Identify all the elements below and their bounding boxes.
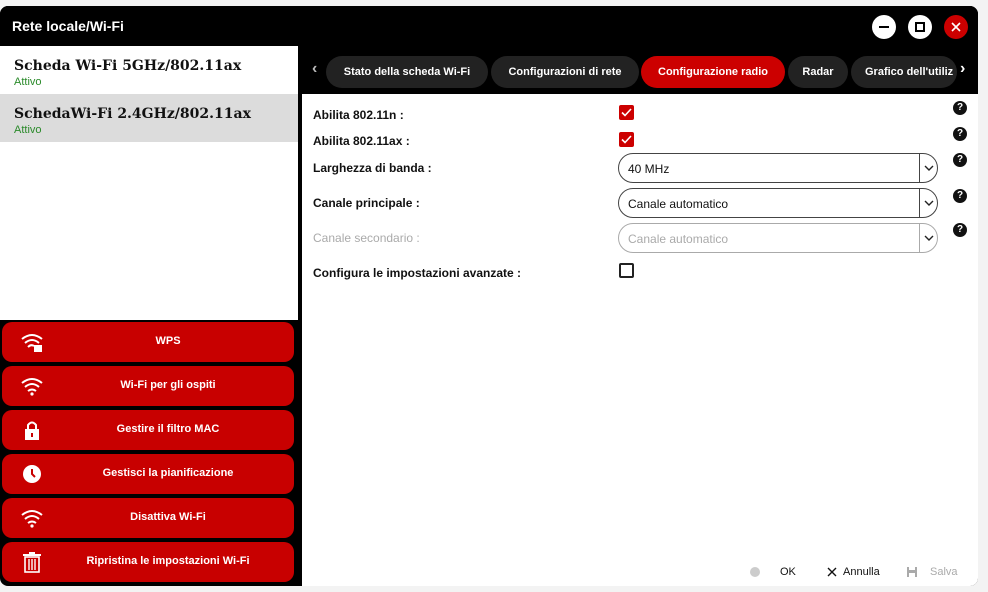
primary-channel-select[interactable]: Canale automatico <box>618 188 938 218</box>
bandwidth-select[interactable]: 40 MHz <box>618 153 938 183</box>
mac-filter-label: Gestire il filtro MAC <box>116 423 220 435</box>
tab-radio-config[interactable]: Configurazione radio <box>641 56 785 88</box>
help-icon[interactable]: ? <box>953 127 967 141</box>
help-icon[interactable]: ? <box>953 101 967 115</box>
mac-filter-button[interactable]: Gestire il filtro MAC <box>2 410 294 450</box>
secondary-channel-select[interactable]: Canale automatico <box>618 223 938 253</box>
primary-channel-label: Canale principale : <box>313 196 420 210</box>
tab-network-config[interactable]: Configurazioni di rete <box>491 56 639 88</box>
schedule-label: Gestisci la pianificazione <box>102 467 234 479</box>
title-bar: Rete locale/Wi-Fi <box>0 6 978 46</box>
enable-80211ax-checkbox[interactable] <box>619 132 634 147</box>
save-icon <box>907 567 917 577</box>
chevron-down-icon <box>919 189 937 217</box>
close-icon <box>827 567 837 577</box>
radio-config-panel: Abilita 802.11n : ? Abilita 802.11ax : ?… <box>302 94 978 586</box>
clock-icon <box>23 465 41 483</box>
secondary-channel-value: Canale automatico <box>628 232 729 246</box>
adapter-status: Attivo <box>14 76 42 88</box>
checkmark-icon <box>621 108 632 117</box>
help-icon[interactable]: ? <box>953 189 967 203</box>
disable-wifi-label: Disattiva Wi-Fi <box>130 511 206 523</box>
help-icon[interactable]: ? <box>953 153 967 167</box>
tab-bar: ‹ Stato della scheda Wi-Fi Configurazion… <box>302 46 978 94</box>
reset-wifi-button[interactable]: Ripristina le impostazioni Wi-Fi <box>2 542 294 582</box>
minimize-icon <box>879 26 889 28</box>
trash-icon <box>23 552 41 573</box>
wifi-icon <box>21 510 43 528</box>
wps-label: WPS <box>155 335 181 347</box>
tab-adapter-status[interactable]: Stato della scheda Wi-Fi <box>326 56 488 88</box>
tab-usage-chart[interactable]: Grafico dell'utiliz <box>851 56 957 88</box>
maximize-button[interactable] <box>908 15 932 39</box>
dot-icon <box>750 567 760 577</box>
tab-scroll-right-icon[interactable]: › <box>960 60 965 78</box>
advanced-settings-checkbox[interactable] <box>619 263 634 278</box>
app-window: Rete locale/Wi-Fi Scheda Wi-Fi 5GHz/802.… <box>0 6 978 586</box>
adapter-item-5ghz[interactable]: Scheda Wi-Fi 5GHz/802.11ax Attivo <box>0 46 298 94</box>
ok-button[interactable]: OK <box>750 566 796 578</box>
schedule-button[interactable]: Gestisci la pianificazione <box>2 454 294 494</box>
adapter-list: Scheda Wi-Fi 5GHz/802.11ax Attivo Scheda… <box>0 46 298 320</box>
chevron-down-icon <box>919 224 937 252</box>
wps-button[interactable]: WPS <box>2 322 294 362</box>
cancel-button[interactable]: Annulla <box>827 566 880 578</box>
save-button[interactable]: Salva <box>906 566 958 578</box>
adapter-name: Scheda Wi-Fi 5GHz/802.11ax <box>14 58 242 74</box>
tab-radar[interactable]: Radar <box>788 56 848 88</box>
tab-scroll-left-icon[interactable]: ‹ <box>312 60 317 78</box>
reset-wifi-label: Ripristina le impostazioni Wi-Fi <box>86 555 250 567</box>
maximize-icon <box>915 22 925 32</box>
bandwidth-value: 40 MHz <box>628 162 670 176</box>
guest-wifi-label: Wi-Fi per gli ospiti <box>120 379 216 391</box>
checkmark-icon <box>621 135 632 144</box>
adapter-item-2-4ghz[interactable]: SchedaWi-Fi 2.4GHz/802.11ax Attivo <box>0 94 298 142</box>
cancel-label: Annulla <box>843 566 880 578</box>
enable-80211ax-label: Abilita 802.11ax : <box>313 134 410 148</box>
minimize-button[interactable] <box>872 15 896 39</box>
bandwidth-label: Larghezza di banda : <box>313 161 432 175</box>
help-icon[interactable]: ? <box>953 223 967 237</box>
close-icon <box>951 22 961 32</box>
ok-label: OK <box>780 566 796 578</box>
enable-80211n-label: Abilita 802.11n : <box>313 108 404 122</box>
advanced-settings-label: Configura le impostazioni avanzate : <box>313 266 522 280</box>
adapter-status: Attivo <box>14 124 42 136</box>
enable-80211n-checkbox[interactable] <box>619 105 634 120</box>
disable-wifi-button[interactable]: Disattiva Wi-Fi <box>2 498 294 538</box>
wifi-lock-icon <box>21 334 43 352</box>
wifi-icon <box>21 378 43 396</box>
primary-channel-value: Canale automatico <box>628 197 729 211</box>
chevron-down-icon <box>919 154 937 182</box>
save-label: Salva <box>930 566 958 578</box>
secondary-channel-label: Canale secondario : <box>313 231 420 245</box>
guest-wifi-button[interactable]: Wi-Fi per gli ospiti <box>2 366 294 406</box>
close-button[interactable] <box>944 15 968 39</box>
window-title: Rete locale/Wi-Fi <box>12 18 124 34</box>
lock-icon <box>25 421 39 440</box>
adapter-name: SchedaWi-Fi 2.4GHz/802.11ax <box>14 106 251 122</box>
